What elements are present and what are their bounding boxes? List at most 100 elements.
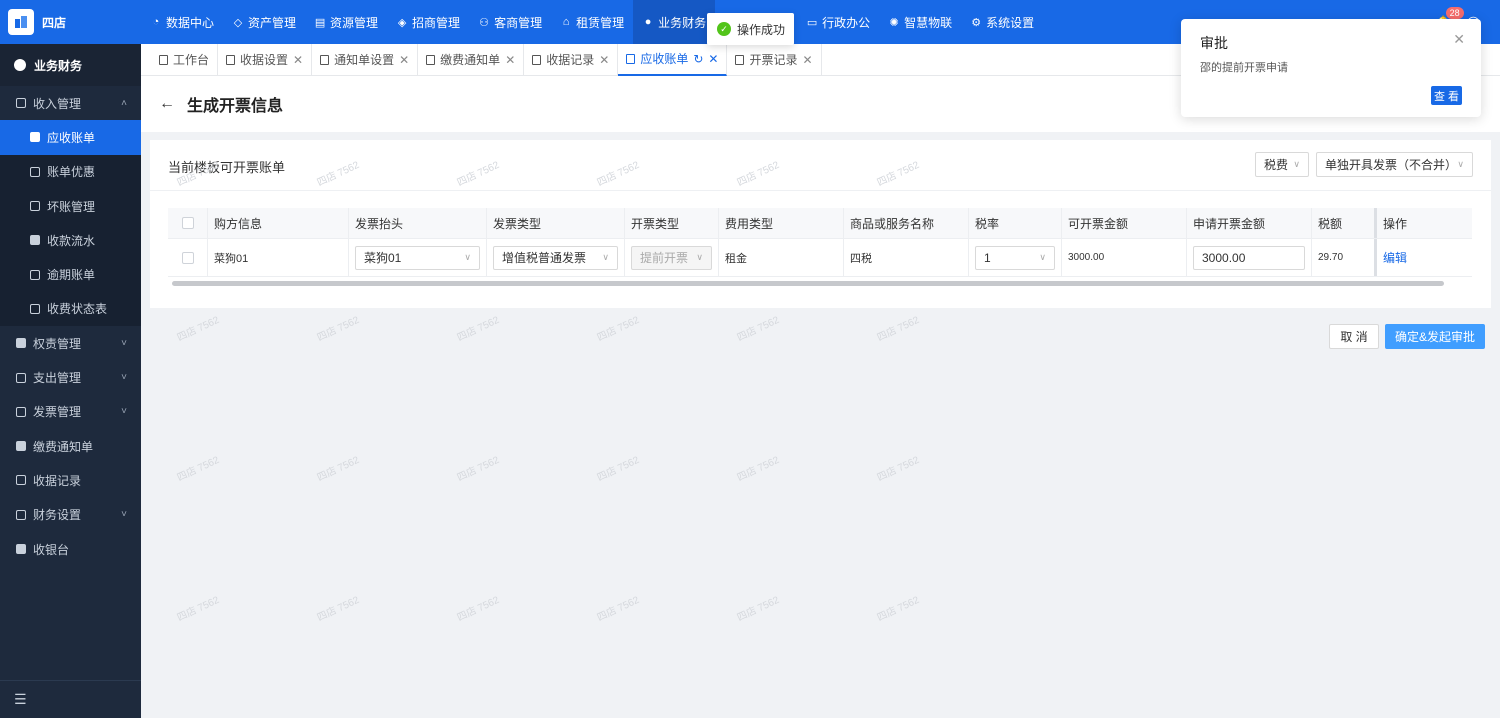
document-icon [426, 54, 436, 65]
invoice-type-select[interactable]: 增值税普通发票 ∨ [493, 245, 618, 270]
sidebar-item[interactable]: 支出管理 ˅ [0, 360, 141, 394]
cell-fee-type: 租金 [719, 239, 844, 276]
sidebar-item[interactable]: 应收账单 [0, 120, 141, 155]
watermark-text: 四店 7562 [875, 314, 922, 344]
invoice-title-value: 菜狗01 [364, 251, 402, 265]
menu-item-icon [30, 201, 40, 212]
horizontal-scrollbar[interactable] [172, 281, 1444, 286]
topnav-item[interactable]: ● 业务财务 [633, 0, 716, 44]
select-all-checkbox[interactable] [181, 217, 194, 229]
row-checkbox[interactable] [181, 251, 194, 264]
refresh-icon[interactable]: ↻ [693, 52, 703, 66]
tax-select-value: 税费 [1264, 158, 1289, 172]
success-toast: ✓ 操作成功 [707, 13, 794, 45]
sidebar-item[interactable]: 账单优惠 [0, 154, 141, 189]
sidebar-item[interactable]: 权责管理 ˅ [0, 326, 141, 360]
close-tab-icon[interactable]: ✕ [293, 53, 303, 67]
topnav-label: 数据中心 [166, 15, 215, 30]
document-icon [735, 54, 745, 65]
sidebar-item[interactable]: 逾期账单 [0, 257, 141, 292]
sidebar-item-label: 缴费通知单 [33, 439, 94, 454]
tab-item[interactable]: 收据记录 ✕ [524, 43, 619, 76]
cancel-button[interactable]: 取 消 [1329, 324, 1379, 349]
invoice-title-select[interactable]: 菜狗01 ∨ [355, 245, 480, 270]
app-logo[interactable]: 四店 [0, 0, 141, 44]
sidebar-item-label: 收银台 [33, 542, 70, 557]
watermark-text: 四店 7562 [175, 314, 222, 344]
th-fee-type: 费用类型 [719, 208, 844, 238]
issue-type-value: 提前开票 [640, 251, 689, 265]
close-tab-icon[interactable]: ✕ [802, 53, 812, 67]
people-icon: ⚇ [479, 16, 489, 29]
topnav-item[interactable]: ⌂ 租赁管理 [551, 0, 633, 44]
merge-mode-select[interactable]: 单独开具发票（不合并） ∨ [1316, 152, 1473, 177]
cell-item-name: 四税 [844, 239, 969, 276]
tax-rate-select[interactable]: 1 ∨ [975, 245, 1055, 270]
dashboard-icon: ◔ [152, 16, 160, 28]
sidebar-item[interactable]: 收据记录 [0, 463, 141, 497]
watermark-text: 四店 7562 [455, 594, 502, 624]
tab-item[interactable]: 缴费通知单 ✕ [418, 43, 525, 76]
back-arrow-icon[interactable]: ← [159, 95, 175, 113]
sidebar-item[interactable]: 坏账管理 [0, 188, 141, 224]
tab-item[interactable]: 开票记录 ✕ [727, 43, 822, 76]
sidebar-item[interactable]: 收入管理 ˄ [0, 86, 141, 120]
topnav-item[interactable]: ▭ 行政办公 [797, 0, 879, 44]
topnav-item[interactable]: ✺ 智慧物联 [879, 0, 961, 44]
topnav-item[interactable]: ⚇ 客商管理 [469, 0, 551, 44]
sidebar-item-label: 权责管理 [33, 336, 82, 351]
watermark-text: 四店 7562 [455, 454, 502, 484]
apply-amount-input[interactable]: 3000.00 [1193, 245, 1305, 270]
network-icon: ✺ [889, 16, 899, 29]
money-circle-icon [14, 59, 26, 71]
close-tab-icon[interactable]: ✕ [399, 53, 409, 67]
document-icon [320, 54, 330, 65]
tab-item[interactable]: 通知单设置 ✕ [312, 43, 419, 76]
view-button[interactable]: 查 看 [1431, 86, 1462, 105]
tab-label: 收据设置 [240, 53, 289, 67]
sidebar-header-label: 业务财务 [34, 58, 83, 73]
th-buyer: 购方信息 [208, 208, 349, 238]
close-tab-icon[interactable]: ✕ [599, 53, 609, 67]
apply-amount-value: 3000.00 [1202, 250, 1246, 265]
collapse-sidebar-icon[interactable]: ☰ [0, 680, 141, 718]
sidebar-item[interactable]: 收费状态表 [0, 291, 141, 327]
sidebar-item[interactable]: 缴费通知单 [0, 429, 141, 463]
cell-action: 编辑 [1377, 239, 1472, 276]
notification-count-badge: 28 [1445, 7, 1464, 19]
watermark-text: 四店 7562 [175, 594, 222, 624]
tab-item[interactable]: 应收账单 ↻ ✕ [618, 43, 728, 76]
close-tab-icon[interactable]: ✕ [505, 53, 515, 67]
topnav-item[interactable]: ⚙ 系统设置 [961, 0, 1043, 44]
sidebar-item[interactable]: 财务设置 ˅ [0, 498, 141, 532]
close-tab-icon[interactable]: ✕ [708, 52, 718, 66]
cell-tax-amount: 29.70 [1312, 239, 1377, 276]
table-row: 菜狗01 菜狗01 ∨ 增值税普通发票 ∨ 提前开票 ∨ 租金 四税 1 ∨ 3000.… [168, 239, 1472, 277]
sidebar-item[interactable]: 收款流水 [0, 223, 141, 258]
chevron-down-icon: ˅ [121, 337, 127, 349]
tax-select[interactable]: 税费 ∨ [1255, 152, 1309, 177]
topnav-label: 租赁管理 [576, 15, 625, 30]
sidebar-item-label: 逾期账单 [47, 268, 96, 283]
menu-item-icon [30, 235, 40, 246]
select-all-checkbox-cell[interactable] [168, 208, 208, 238]
topnav-item[interactable]: ▤ 资源管理 [305, 0, 387, 44]
tab-item[interactable]: 收据设置 ✕ [218, 43, 313, 76]
row-checkbox-cell[interactable] [168, 239, 208, 276]
sidebar-item[interactable]: 收银台 [0, 532, 141, 566]
edit-link[interactable]: 编辑 [1383, 249, 1407, 266]
document-icon [226, 54, 236, 65]
cell-apply-amount: 3000.00 [1187, 239, 1312, 276]
sidebar-item[interactable]: 发票管理 ˅ [0, 395, 141, 429]
watermark-text: 四店 7562 [735, 314, 782, 344]
topnav-label: 客商管理 [494, 15, 543, 30]
topnav-item[interactable]: ◔ 数据中心 [141, 0, 223, 44]
topnav-item[interactable]: ◇ 资产管理 [223, 0, 305, 44]
menu-item-icon [16, 509, 26, 520]
topnav-label: 资产管理 [248, 15, 297, 30]
confirm-approve-button[interactable]: 确定&发起审批 [1385, 324, 1485, 349]
topnav-item[interactable]: ◈ 招商管理 [387, 0, 469, 44]
tab-item[interactable]: 工作台 [151, 43, 219, 76]
close-icon[interactable]: ✕ [1453, 31, 1465, 48]
watermark-text: 四店 7562 [175, 454, 222, 484]
